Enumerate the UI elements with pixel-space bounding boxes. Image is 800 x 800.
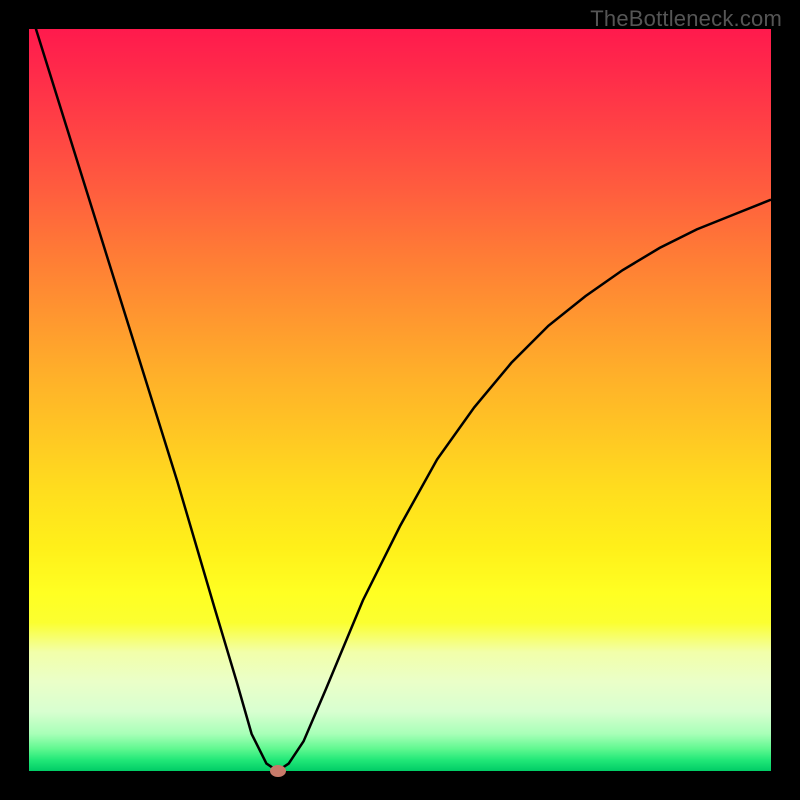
chart-plot-area [29, 29, 771, 771]
bottleneck-curve [29, 29, 771, 771]
watermark-text: TheBottleneck.com [590, 6, 782, 32]
optimal-point-marker [270, 765, 286, 777]
